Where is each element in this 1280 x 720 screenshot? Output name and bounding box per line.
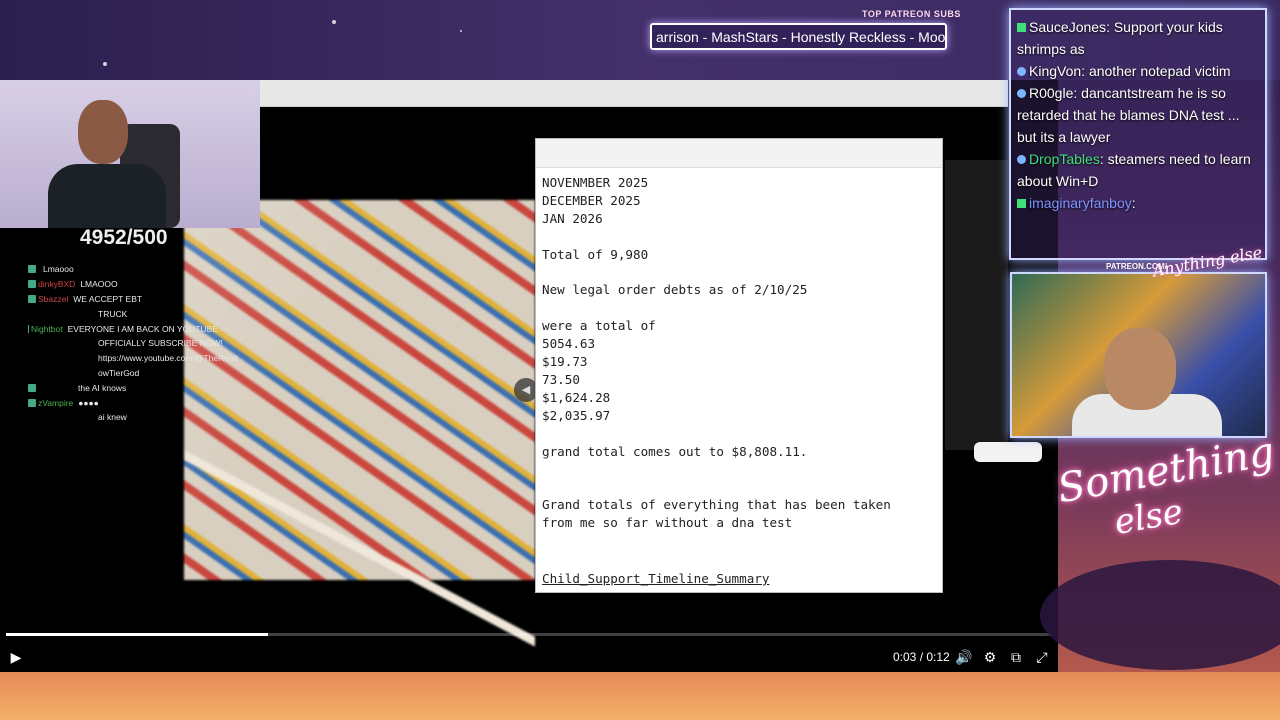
chat-username[interactable]: zVampire bbox=[38, 398, 73, 408]
browser-tab-strip bbox=[260, 80, 1008, 107]
overlay-pill bbox=[974, 442, 1042, 462]
right-chat-panel: SauceJones: Support your kids shrimps as… bbox=[1009, 8, 1267, 260]
chat-text: another notepad victim bbox=[1088, 63, 1231, 79]
miniplayer-icon[interactable]: ⧉ bbox=[1005, 645, 1027, 669]
something-else-logo: Something else bbox=[1054, 429, 1278, 551]
chat-username[interactable]: DropTables bbox=[1029, 151, 1100, 167]
chat-text: ai knew bbox=[98, 412, 127, 423]
chat-message: DropTables: steamers need to learn about… bbox=[1017, 151, 1251, 189]
badge-icon bbox=[1017, 23, 1026, 32]
chat-text: Lmaooo bbox=[43, 264, 74, 275]
chat-link[interactable]: https://www.youtube.com/@TheRealt bbox=[98, 353, 238, 363]
exit-fullscreen-icon[interactable]: ⤢ bbox=[1031, 645, 1053, 669]
chat-message: Nightbot EVERYONE I AM BACK ON YOUTUBE bbox=[28, 321, 218, 336]
chat-message: TRUCK bbox=[28, 306, 218, 321]
embedded-video-frame bbox=[184, 200, 535, 647]
player-controls: ▶ 0:03 / 0:12 🔊 ⚙ ⧉ ⤢ bbox=[0, 645, 1058, 669]
chat-username[interactable]: Sbazzel bbox=[38, 294, 68, 304]
chat-text: EVERYONE I AM BACK ON YOUTUBE bbox=[67, 323, 218, 334]
progress-fill bbox=[6, 633, 268, 636]
background-panel bbox=[945, 160, 1008, 450]
badge-icon bbox=[1017, 199, 1026, 208]
sunset-band bbox=[0, 672, 1280, 720]
palm-silhouette bbox=[1040, 560, 1280, 670]
star-decoration bbox=[103, 62, 107, 66]
left-webcam bbox=[0, 80, 260, 228]
chat-username[interactable]: imaginaryfanboy bbox=[1029, 195, 1132, 211]
play-icon[interactable]: ▶ bbox=[6, 645, 26, 669]
chat-message: ai knew bbox=[28, 410, 218, 425]
chat-username[interactable]: SauceJones bbox=[1029, 19, 1106, 35]
badge-icon bbox=[28, 265, 36, 274]
chat-username[interactable]: R00gle bbox=[1029, 85, 1073, 101]
badge-icon bbox=[28, 398, 36, 407]
chat-message: dinkyBXD LMAOOO bbox=[28, 277, 218, 292]
streamer-head bbox=[1104, 328, 1176, 410]
right-webcam bbox=[1010, 272, 1267, 438]
chat-message: KingVon: another notepad victim bbox=[1017, 60, 1259, 82]
badge-icon bbox=[1017, 89, 1026, 98]
chat-message: imaginaryfanboy: bbox=[1017, 192, 1259, 214]
chat-text: owTierGod bbox=[98, 367, 140, 378]
left-chat-list: Lmaooo dinkyBXD LMAOOO Sbazzel WE ACCEPT E… bbox=[28, 262, 238, 425]
chat-message: the AI knows bbox=[28, 380, 218, 395]
gear-icon[interactable]: ⚙ bbox=[979, 645, 1001, 669]
chat-message: https://www.youtube.com/@TheRealt bbox=[28, 351, 238, 366]
badge-icon bbox=[28, 280, 36, 289]
progress-track[interactable] bbox=[6, 633, 1052, 636]
chat-text: LMAOOO bbox=[80, 279, 118, 290]
chat-username[interactable]: KingVon bbox=[1029, 63, 1081, 79]
volume-icon[interactable]: 🔊 bbox=[953, 645, 975, 669]
badge-icon bbox=[28, 383, 36, 392]
chat-text: TRUCK bbox=[98, 308, 128, 319]
chat-message: Sbazzel WE ACCEPT EBT bbox=[28, 292, 218, 307]
star-decoration bbox=[332, 20, 336, 24]
chat-username[interactable]: Nightbot bbox=[31, 324, 63, 334]
badge-icon bbox=[28, 324, 29, 333]
chat-message: OFFICIALLY SUBSCRIBE NOW! bbox=[28, 336, 223, 351]
star-decoration bbox=[460, 30, 462, 32]
chat-text: WE ACCEPT EBT bbox=[73, 293, 143, 304]
badge-icon bbox=[28, 294, 36, 303]
chat-message: zVampire ●●●● bbox=[28, 395, 218, 410]
chat-message: SauceJones: Support your kids shrimps as bbox=[1017, 19, 1223, 57]
chat-message: owTierGod bbox=[28, 366, 218, 381]
chat-username[interactable]: dinkyBXD bbox=[38, 279, 75, 289]
notepad-filename: Child_Support_Timeline_Summary bbox=[542, 571, 770, 586]
timecode: 0:03 / 0:12 bbox=[893, 650, 950, 664]
patreon-subs-ticker: arrison - MashStars - Honestly Reckless … bbox=[650, 23, 947, 50]
badge-icon bbox=[1017, 67, 1026, 76]
notepad-toolbar bbox=[536, 139, 942, 168]
chat-message: R00gle: dancantstream he is so retarded … bbox=[1017, 85, 1240, 145]
top-patreon-subs-label: TOP PATREON SUBS bbox=[862, 9, 961, 19]
emote-icon: ●●●● bbox=[78, 397, 99, 408]
streamer-body bbox=[48, 164, 166, 228]
chat-text: the AI knows bbox=[78, 382, 127, 393]
ticker-text: arrison - MashStars - Honestly Reckless … bbox=[656, 29, 947, 45]
badge-icon bbox=[1017, 155, 1026, 164]
stair-rail bbox=[184, 450, 535, 647]
chat-text: OFFICIALLY SUBSCRIBE NOW! bbox=[98, 338, 223, 349]
streamer-head bbox=[78, 100, 128, 164]
notepad-window: NOVENMBER 2025 DECEMBER 2025 JAN 2026 To… bbox=[535, 138, 943, 593]
notepad-text: NOVENMBER 2025 DECEMBER 2025 JAN 2026 To… bbox=[542, 175, 891, 531]
chat-message: Lmaooo bbox=[28, 262, 218, 277]
sub-counter: 4952/500 bbox=[80, 226, 168, 249]
